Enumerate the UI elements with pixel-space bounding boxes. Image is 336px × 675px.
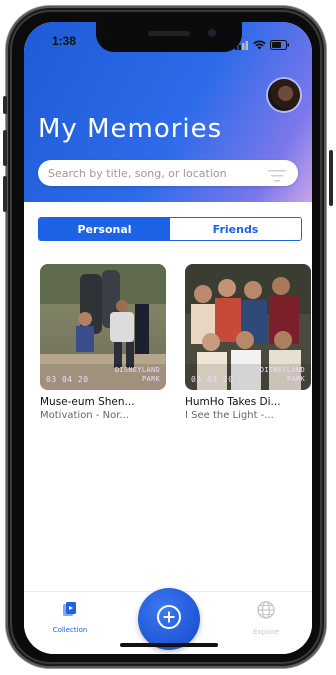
- nav-collection[interactable]: Collection: [40, 600, 100, 634]
- home-indicator[interactable]: [120, 643, 218, 647]
- page-title: My Memories: [38, 114, 223, 144]
- wifi-icon: [253, 35, 266, 54]
- globe-icon: [256, 601, 276, 624]
- search-bar[interactable]: [38, 160, 298, 186]
- memory-card[interactable]: 03 04 20 DISNEYLAND PARK Muse-eum Shen..…: [40, 264, 166, 421]
- tab-friends[interactable]: Friends: [170, 218, 301, 240]
- memory-location: DISNEYLAND PARK: [115, 366, 160, 384]
- profile-avatar[interactable]: [268, 79, 300, 111]
- search-input[interactable]: [48, 160, 258, 186]
- speaker-grille: [148, 31, 190, 36]
- front-camera: [208, 29, 216, 37]
- nav-collection-label: Collection: [52, 626, 88, 634]
- status-time: 1:38: [52, 34, 77, 48]
- memory-location-line2: PARK: [286, 375, 305, 383]
- silent-switch: [3, 96, 7, 114]
- memory-title: Muse-eum Shen...: [40, 396, 135, 408]
- volume-down-button: [3, 176, 7, 212]
- memory-photo[interactable]: 03 04 20 DISNEYLAND PARK: [40, 264, 166, 390]
- nav-explore-label: Explore: [252, 628, 280, 636]
- plus-circle-icon: [156, 604, 182, 634]
- collection-icon: [61, 602, 79, 622]
- volume-up-button: [3, 130, 7, 166]
- memory-date: 03 03 20: [191, 375, 234, 384]
- battery-icon: [270, 35, 290, 54]
- filter-icon[interactable]: [268, 167, 286, 186]
- memory-photo[interactable]: 03 03 20 DISNEYLAND PARK: [185, 264, 311, 390]
- memory-location-line1: DISNEYLAND: [259, 366, 305, 374]
- memory-tabs: Personal Friends: [38, 217, 302, 241]
- memory-song: Motivation - Nor...: [40, 410, 129, 421]
- add-memory-button[interactable]: [138, 588, 200, 650]
- tab-personal[interactable]: Personal: [39, 218, 170, 240]
- phone-notch: [96, 22, 242, 52]
- power-button: [329, 150, 333, 206]
- memory-card[interactable]: 03 03 20 DISNEYLAND PARK HumHo Takes Di.…: [185, 264, 311, 421]
- memory-title: HumHo Takes Di...: [185, 396, 281, 408]
- app-screen: 1:38 My Memories Search by title, song, …: [24, 22, 312, 654]
- memory-location-line2: PARK: [141, 375, 160, 383]
- memory-location-line1: DISNEYLAND: [114, 366, 160, 374]
- nav-explore[interactable]: Explore: [236, 600, 296, 636]
- memory-song: I See the Light -...: [185, 410, 274, 421]
- memory-date: 03 04 20: [46, 375, 89, 384]
- status-icons: [235, 35, 290, 54]
- memory-location: DISNEYLAND PARK: [260, 366, 305, 384]
